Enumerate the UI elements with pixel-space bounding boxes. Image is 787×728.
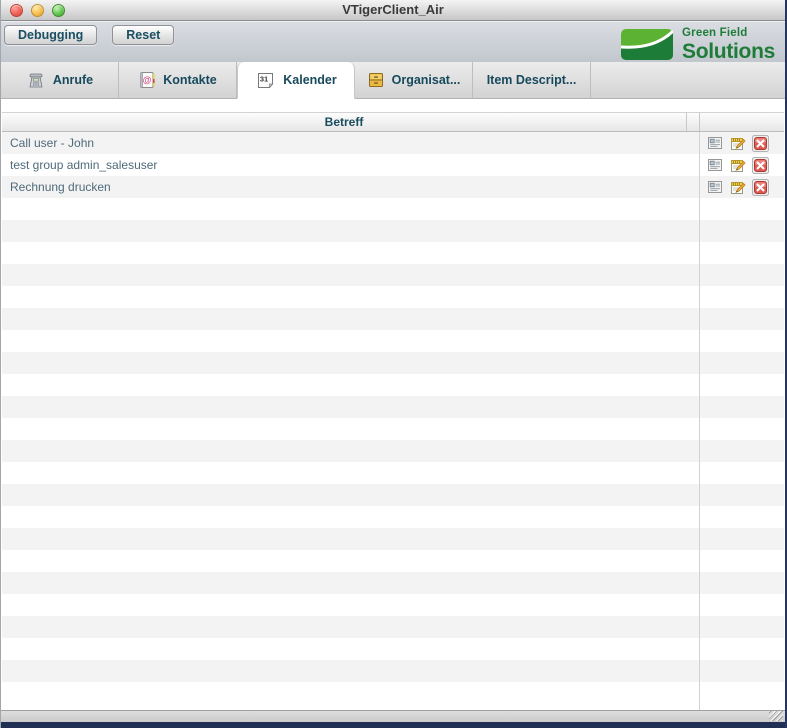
table-row — [2, 616, 784, 638]
table-row — [2, 462, 784, 484]
table-header: Betreff — [2, 112, 784, 132]
tab-label: Item Descript... — [487, 73, 577, 87]
calendar-table: Betreff Call user - John test group admi… — [2, 112, 784, 710]
table-row — [2, 220, 784, 242]
calendar-icon: 31 — [255, 71, 276, 90]
drawer-icon — [367, 71, 385, 89]
betreff-cell: Call user - John — [2, 136, 700, 150]
bottom-border-bar — [1, 722, 785, 728]
table-row — [2, 374, 784, 396]
content-area: Betreff Call user - John test group admi… — [1, 112, 785, 728]
delete-icon[interactable] — [752, 157, 769, 174]
column-header-actions — [700, 113, 784, 131]
minimize-icon[interactable] — [31, 4, 44, 17]
betreff-cell: test group admin_salesuser — [2, 158, 700, 172]
tab-bar: Anrufe @ Kontakte 31 Kalender — [1, 62, 785, 99]
table-row — [2, 396, 784, 418]
logo-icon — [621, 29, 673, 60]
table-row — [2, 352, 784, 374]
table-row — [2, 550, 784, 572]
tab-label: Kalender — [283, 73, 337, 87]
table-row — [2, 418, 784, 440]
view-icon[interactable] — [706, 135, 723, 152]
table-row — [2, 660, 784, 682]
debugging-button[interactable]: Debugging — [4, 25, 97, 45]
table-row — [2, 286, 784, 308]
close-icon[interactable] — [10, 4, 23, 17]
table-row — [2, 330, 784, 352]
tab-item-description[interactable]: Item Descript... — [473, 62, 591, 99]
view-icon[interactable] — [706, 157, 723, 174]
titlebar: VTigerClient_Air — [1, 0, 785, 21]
table-row — [2, 198, 784, 220]
window-controls — [10, 4, 65, 17]
delete-icon[interactable] — [752, 135, 769, 152]
table-row — [2, 484, 784, 506]
table-row[interactable]: Call user - John — [2, 132, 784, 154]
phone-icon — [26, 72, 46, 89]
tabbar-filler — [591, 62, 785, 99]
table-row — [2, 242, 784, 264]
column-header-spacer — [687, 113, 700, 131]
tab-label: Anrufe — [53, 73, 93, 87]
edit-icon[interactable] — [729, 179, 746, 196]
row-actions — [700, 157, 784, 174]
table-row — [2, 308, 784, 330]
edit-icon[interactable] — [729, 135, 746, 152]
status-bar — [1, 710, 785, 722]
column-header-betreff[interactable]: Betreff — [2, 113, 687, 131]
resize-grip-icon[interactable] — [769, 711, 783, 721]
tab-label: Kontakte — [163, 73, 216, 87]
table-row — [2, 440, 784, 462]
table-body: Call user - John test group admin_salesu… — [2, 132, 784, 710]
address-book-icon: @ — [138, 71, 156, 89]
table-row — [2, 638, 784, 660]
reset-button[interactable]: Reset — [112, 25, 174, 45]
table-row — [2, 682, 784, 704]
tab-anrufe[interactable]: Anrufe — [1, 62, 119, 99]
table-row — [2, 572, 784, 594]
edit-icon[interactable] — [729, 157, 746, 174]
delete-icon[interactable] — [752, 179, 769, 196]
svg-text:@: @ — [143, 75, 152, 85]
row-actions — [700, 135, 784, 152]
logo-text-top: Green Field — [682, 28, 775, 40]
table-row[interactable]: test group admin_salesuser — [2, 154, 784, 176]
app-window: VTigerClient_Air Debugging Reset Green F… — [0, 0, 787, 728]
zoom-icon[interactable] — [52, 4, 65, 17]
view-icon[interactable] — [706, 179, 723, 196]
toolbar: Debugging Reset Green Field Solutions — [1, 21, 785, 62]
tab-organisationen[interactable]: Organisat... — [355, 62, 473, 99]
window-title: VTigerClient_Air — [1, 0, 785, 20]
table-row — [2, 528, 784, 550]
table-row — [2, 264, 784, 286]
table-row[interactable]: Rechnung drucken — [2, 176, 784, 198]
betreff-cell: Rechnung drucken — [2, 180, 700, 194]
company-logo: Green Field Solutions — [621, 28, 775, 62]
row-actions — [700, 179, 784, 196]
calendar-badge: 31 — [260, 74, 268, 83]
tab-kontakte[interactable]: @ Kontakte — [119, 62, 237, 99]
tab-label: Organisat... — [392, 73, 461, 87]
tab-kalender[interactable]: 31 Kalender — [237, 62, 355, 99]
table-row — [2, 594, 784, 616]
table-row — [2, 506, 784, 528]
logo-text-bottom: Solutions — [682, 41, 775, 62]
